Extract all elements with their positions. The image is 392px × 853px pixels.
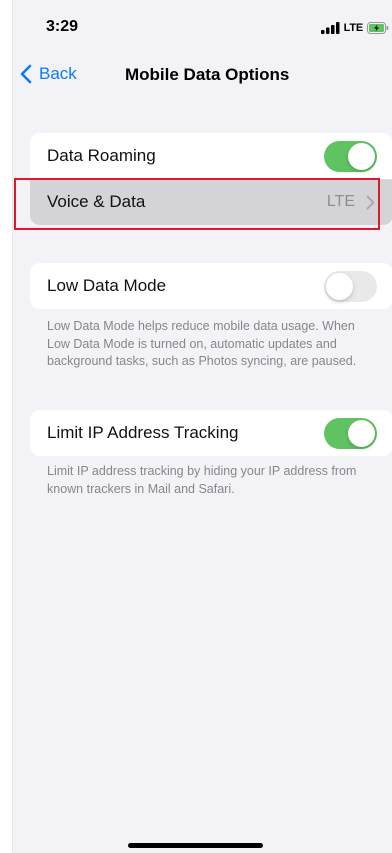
data-roaming-row: Data Roaming [30,133,392,179]
low-data-mode-toggle[interactable] [324,271,377,302]
status-time: 3:29 [46,18,79,35]
toggle-knob [348,143,375,170]
low-data-mode-row: Low Data Mode [30,263,392,309]
page-title: Mobile Data Options [125,65,290,84]
toggle-knob [348,420,375,447]
status-bar: 3:29 LTE [13,0,392,52]
limit-ip-tracking-footer: Limit IP address tracking by hiding your… [47,464,357,496]
settings-screen: 3:29 LTE Back Mobile Data Options Data R… [12,0,392,853]
chevron-left-icon [20,64,32,84]
navigation-bar: Back Mobile Data Options [13,52,392,96]
limit-ip-group: Limit IP Address Tracking [30,410,392,456]
toggle-knob [326,273,353,300]
home-indicator[interactable] [128,843,263,848]
limit-ip-tracking-row: Limit IP Address Tracking [30,410,392,456]
cellular-signal-icon [320,22,340,34]
voice-data-row[interactable]: Voice & Data LTE [30,179,392,225]
back-label: Back [39,64,77,83]
roaming-group: Data Roaming Voice & Data LTE [30,133,392,225]
data-roaming-toggle[interactable] [324,141,377,172]
status-indicators: LTE [320,21,389,35]
limit-ip-tracking-toggle[interactable] [324,418,377,449]
low-data-group: Low Data Mode [30,263,392,309]
back-button[interactable]: Back [19,60,77,88]
low-data-mode-footer: Low Data Mode helps reduce mobile data u… [47,319,357,368]
voice-data-value: LTE [326,193,355,210]
network-type-label: LTE [343,22,364,34]
chevron-right-icon [366,195,375,209]
battery-charging-icon [367,22,389,34]
